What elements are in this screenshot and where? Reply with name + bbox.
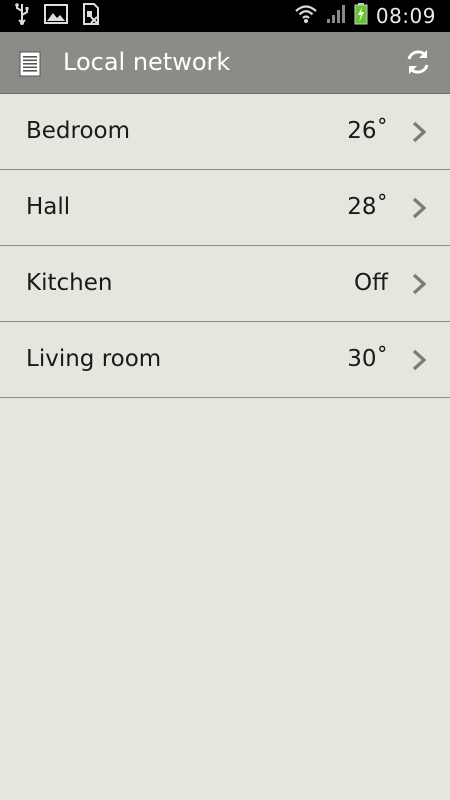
room-label: Hall [26,194,71,220]
room-temperature: 28˚ [347,194,388,220]
chevron-right-icon [412,121,427,143]
room-list: Bedroom 26˚ Hall 28˚ Kitchen Off Living … [0,94,450,398]
battery-charging-icon [354,3,368,29]
refresh-icon[interactable] [404,48,432,76]
room-label: Living room [26,346,162,372]
room-label: Bedroom [26,118,131,144]
room-temperature: 26˚ [347,118,388,144]
image-icon [44,4,68,28]
page-title: Local network [63,48,231,76]
list-document-icon [19,51,41,77]
status-bar: 08:09 [0,0,450,32]
room-temperature: 30˚ [347,346,388,372]
signal-icon [326,4,346,28]
room-label: Kitchen [26,270,113,296]
list-item-hall[interactable]: Hall 28˚ [0,170,450,246]
chevron-right-icon [412,197,427,219]
sim-icon [82,3,100,29]
list-item-kitchen[interactable]: Kitchen Off [0,246,450,322]
status-time: 08:09 [375,4,436,28]
usb-icon [14,3,30,29]
chevron-right-icon [412,273,427,295]
list-item-bedroom[interactable]: Bedroom 26˚ [0,94,450,170]
list-item-living-room[interactable]: Living room 30˚ [0,322,450,398]
wifi-icon [294,3,318,29]
chevron-right-icon [412,349,427,371]
room-status: Off [354,270,388,296]
action-bar: Local network [0,32,450,94]
